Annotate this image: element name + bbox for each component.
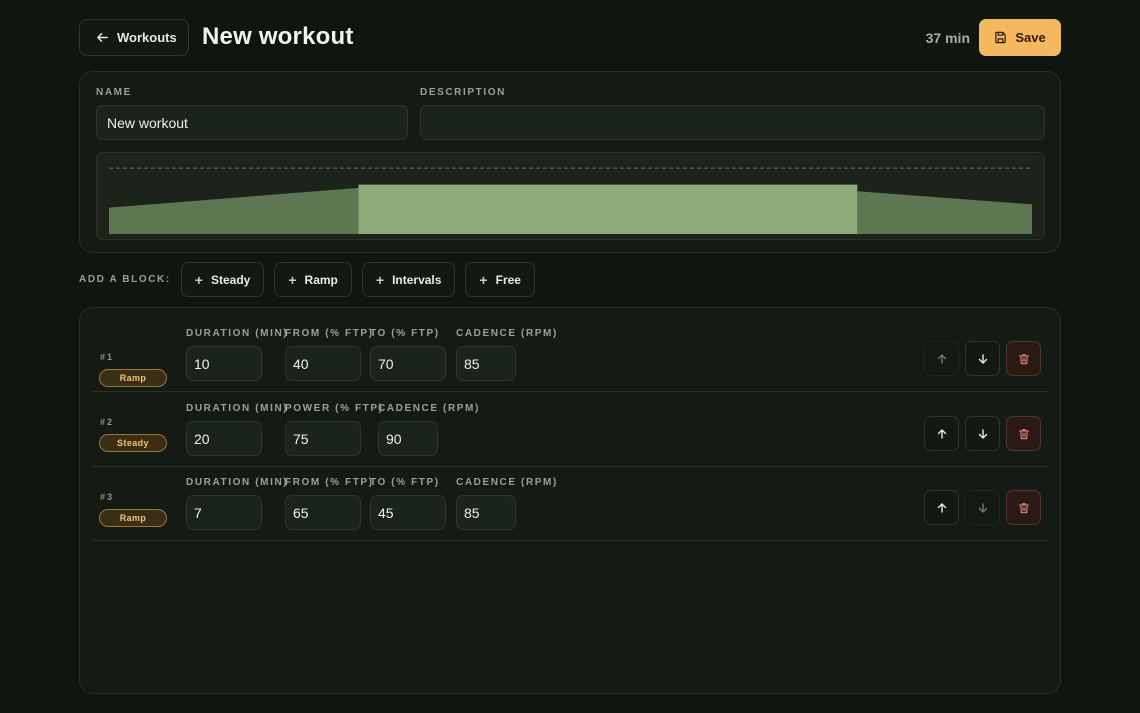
block-number: #2 (100, 417, 115, 427)
arrow-up-icon (937, 502, 946, 513)
to-label: TO (% FTP) (370, 477, 440, 488)
move-up-button[interactable] (924, 490, 959, 525)
add-ramp-label: Ramp (304, 272, 338, 287)
trash-icon (1018, 502, 1029, 513)
description-label: DESCRIPTION (420, 87, 506, 98)
delete-block-button[interactable] (1006, 490, 1041, 525)
from-input[interactable] (285, 346, 361, 381)
cadence-input[interactable] (456, 495, 516, 530)
plus-icon: + (479, 271, 488, 288)
power-label: POWER (% FTP) (285, 403, 384, 414)
power-input[interactable] (285, 421, 361, 456)
cadence-label: CADENCE (RPM) (456, 328, 558, 339)
blocks-list: #1 Ramp DURATION (MIN) FROM (% FTP) TO (… (79, 307, 1061, 694)
description-input[interactable] (420, 105, 1045, 140)
workout-profile-preview (96, 152, 1045, 240)
duration-input[interactable] (186, 495, 262, 530)
move-down-button[interactable] (965, 416, 1000, 451)
cadence-label: CADENCE (RPM) (378, 403, 480, 414)
move-up-button[interactable] (924, 341, 959, 376)
delete-block-button[interactable] (1006, 341, 1041, 376)
save-label: Save (1015, 30, 1046, 45)
duration-label: DURATION (MIN) (186, 328, 289, 339)
arrow-down-icon (978, 502, 987, 513)
from-label: FROM (% FTP) (285, 477, 374, 488)
delete-block-button[interactable] (1006, 416, 1041, 451)
add-steady-label: Steady (210, 272, 251, 287)
move-up-button[interactable] (924, 416, 959, 451)
move-down-button[interactable] (965, 341, 1000, 376)
cadence-label: CADENCE (RPM) (456, 477, 558, 488)
duration-label: DURATION (MIN) (186, 477, 289, 488)
name-label: NAME (96, 87, 132, 98)
duration-input[interactable] (186, 346, 262, 381)
save-icon (995, 31, 1007, 44)
page-header: Workouts New workout 37 min Save (79, 19, 1061, 56)
name-input[interactable] (96, 105, 408, 140)
back-label: Workouts (117, 30, 177, 45)
workout-details-card: NAME DESCRIPTION (79, 71, 1061, 253)
arrow-down-icon (978, 353, 987, 364)
block-type-badge: Ramp (99, 369, 167, 387)
workout-profile-chart (109, 167, 1032, 234)
to-input[interactable] (370, 346, 446, 381)
add-block-bar: ADD A BLOCK: + Steady + Ramp + Intervals… (79, 262, 545, 297)
block-number: #3 (100, 492, 115, 502)
add-block-label: ADD A BLOCK: (79, 274, 171, 285)
plus-icon: + (194, 271, 203, 288)
add-ramp-button[interactable]: + Ramp (274, 262, 352, 297)
cadence-input[interactable] (378, 421, 438, 456)
arrow-up-icon (937, 428, 946, 439)
from-label: FROM (% FTP) (285, 328, 374, 339)
back-to-workouts-button[interactable]: Workouts (79, 19, 189, 56)
duration-label: DURATION (MIN) (186, 403, 289, 414)
arrow-up-icon (937, 353, 946, 364)
save-button[interactable]: Save (979, 19, 1061, 56)
add-intervals-button[interactable]: + Intervals (361, 262, 456, 297)
block-type-badge: Ramp (99, 509, 167, 527)
block-type-badge: Steady (99, 434, 167, 452)
move-down-button[interactable] (965, 490, 1000, 525)
total-duration: 37 min (925, 30, 970, 46)
profile-segment-1 (109, 187, 359, 234)
add-free-label: Free (495, 272, 521, 287)
block-row: #1 Ramp DURATION (MIN) FROM (% FTP) TO (… (92, 317, 1049, 392)
arrow-down-icon (978, 428, 987, 439)
add-steady-button[interactable]: + Steady (180, 262, 265, 297)
add-intervals-label: Intervals (392, 272, 442, 287)
plus-icon: + (288, 271, 297, 288)
trash-icon (1018, 353, 1029, 364)
to-label: TO (% FTP) (370, 328, 440, 339)
plus-icon: + (375, 271, 385, 288)
block-number: #1 (100, 352, 115, 362)
duration-input[interactable] (186, 421, 262, 456)
block-row: #2 Steady DURATION (MIN) POWER (% FTP) C… (92, 392, 1049, 467)
profile-segment-2 (358, 184, 858, 234)
from-input[interactable] (285, 495, 361, 530)
arrow-left-icon (97, 33, 108, 42)
add-free-button[interactable]: + Free (465, 262, 535, 297)
cadence-input[interactable] (456, 346, 516, 381)
block-row: #3 Ramp DURATION (MIN) FROM (% FTP) TO (… (92, 466, 1049, 541)
page-title: New workout (202, 23, 354, 50)
profile-segment-3 (857, 191, 1032, 234)
to-input[interactable] (370, 495, 446, 530)
trash-icon (1018, 428, 1029, 439)
